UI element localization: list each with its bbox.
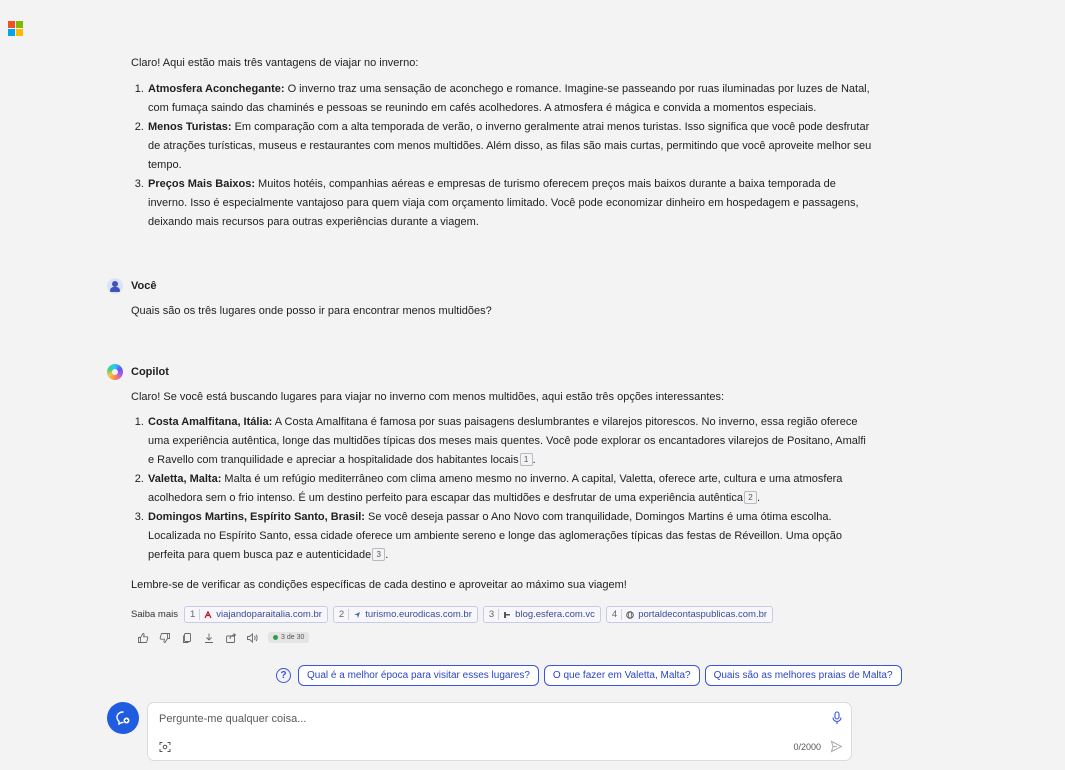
copilot-name: Copilot: [131, 366, 169, 378]
citation-link[interactable]: 1: [519, 453, 533, 466]
list-item: Preços Mais Baixos: Muitos hotéis, compa…: [147, 175, 872, 232]
speaker-icon[interactable]: [246, 631, 259, 644]
citation-link[interactable]: 2: [743, 491, 757, 504]
user-name: Você: [131, 280, 157, 292]
citation-link[interactable]: 3: [372, 548, 386, 561]
copy-icon[interactable]: [180, 631, 193, 644]
destinations-list: Costa Amalfitana, Itália: A Costa Amalfi…: [131, 413, 872, 565]
pdf-icon: [204, 610, 212, 618]
chat-composer: 0/2000: [147, 702, 852, 761]
list-item: Atmosfera Aconchegante: O inverno traz u…: [147, 80, 872, 118]
plane-icon: [354, 611, 361, 618]
globe-icon: [626, 610, 635, 619]
list-item: Valetta, Malta: Malta é um refúgio medit…: [147, 470, 872, 508]
user-message-text: Quais são os três lugares onde posso ir …: [131, 305, 492, 317]
copilot-message-header: Copilot: [107, 364, 169, 380]
chat-input[interactable]: [157, 712, 801, 726]
suggestion-chip[interactable]: Qual é a melhor época para visitar esses…: [298, 665, 539, 686]
question-icon[interactable]: ?: [276, 668, 291, 683]
microsoft-logo: [8, 21, 24, 37]
response-closing: Lembre-se de verificar as condições espe…: [131, 579, 627, 591]
advantages-list: Atmosfera Aconchegante: O inverno traz u…: [131, 80, 872, 232]
image-scan-icon[interactable]: [159, 741, 171, 756]
download-icon[interactable]: [202, 631, 215, 644]
response-intro: Claro! Aqui estão mais três vantagens de…: [131, 57, 419, 69]
suggestion-chip[interactable]: Quais são as melhores praias de Malta?: [704, 665, 902, 686]
thumbs-down-icon[interactable]: [158, 631, 171, 644]
suggestion-chip[interactable]: O que fazer em Valetta, Malta?: [543, 665, 700, 686]
share-icon[interactable]: [224, 631, 237, 644]
new-topic-icon: [116, 711, 130, 726]
response-counter: 3 de 30: [268, 632, 310, 643]
learn-more-label: Saiba mais: [131, 609, 178, 620]
list-item: Menos Turistas: Em comparação com a alta…: [147, 118, 872, 175]
user-message-header: Você: [107, 278, 156, 294]
source-link[interactable]: 3 blog.esfera.com.vc: [482, 606, 601, 623]
response-intro: Claro! Se você está buscando lugares par…: [131, 391, 725, 403]
copilot-logo-icon: [107, 364, 123, 380]
thumbs-up-icon[interactable]: [136, 631, 149, 644]
source-link[interactable]: 4 portaldecontaspublicas.com.br: [605, 606, 774, 623]
list-item: Costa Amalfitana, Itália: A Costa Amalfi…: [147, 413, 872, 470]
source-link[interactable]: 1 viajandoparaitalia.com.br: [184, 606, 328, 623]
source-link[interactable]: 2 turismo.eurodicas.com.br: [332, 606, 478, 623]
send-icon[interactable]: [830, 740, 843, 756]
suggestion-chips: ? Qual é a melhor época para visitar ess…: [276, 665, 902, 686]
list-item: Domingos Martins, Espírito Santo, Brasil…: [147, 508, 872, 565]
new-topic-button[interactable]: [107, 702, 139, 734]
esfera-icon: [504, 611, 511, 618]
message-actions: 3 de 30: [136, 631, 310, 644]
user-avatar-icon: [107, 278, 123, 294]
status-dot-icon: [273, 635, 278, 640]
microphone-icon[interactable]: [831, 711, 843, 728]
learn-more-bar: Saiba mais 1 viajandoparaitalia.com.br 2…: [131, 606, 774, 623]
character-count: 0/2000: [793, 742, 821, 752]
